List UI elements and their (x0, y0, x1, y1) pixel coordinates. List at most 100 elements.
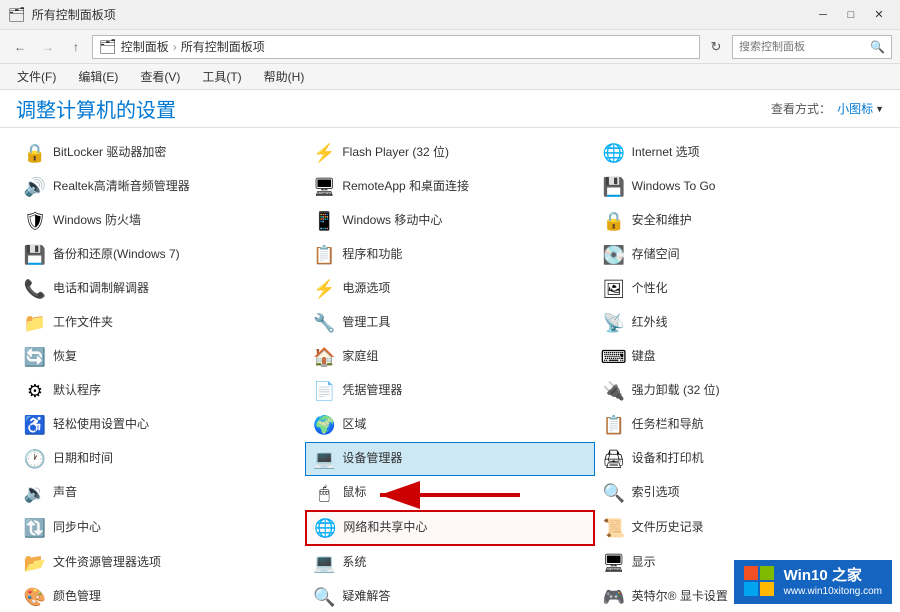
control-panel-item[interactable]: 📞电话和调制解调器 (16, 272, 305, 306)
item-label: 英特尔® 显卡设置 (632, 589, 728, 605)
content-header: 调整计算机的设置 查看方式： 小图标 ▼ (0, 90, 900, 128)
control-panel-item[interactable]: 🔌强力卸载 (32 位) (595, 374, 884, 408)
menu-view[interactable]: 查看(V) (131, 65, 189, 88)
item-icon: 💻 (312, 447, 336, 471)
item-icon: 🌍 (312, 413, 336, 437)
item-label: 备份和还原(Windows 7) (53, 247, 180, 263)
control-panel-item[interactable]: 💻系统 (305, 546, 594, 580)
control-panel-item[interactable]: 📁工作文件夹 (16, 306, 305, 340)
item-label: 安全和维护 (632, 213, 692, 229)
item-icon: 🔄 (23, 345, 47, 369)
forward-button[interactable]: → (36, 35, 60, 59)
control-panel-item[interactable]: 📋 任务栏和导航 (595, 408, 884, 442)
control-panel-item[interactable]: ⚡Flash Player (32 位) (305, 136, 594, 170)
control-panel-item[interactable]: 📂文件资源管理器选项 (16, 546, 305, 580)
view-current[interactable]: 小图标 (837, 100, 873, 117)
control-panel-item[interactable]: 💾备份和还原(Windows 7) (16, 238, 305, 272)
control-panel-item[interactable]: ♿轻松使用设置中心 (16, 408, 305, 442)
up-button[interactable]: ↑ (64, 35, 88, 59)
item-label: 文件资源管理器选项 (53, 555, 161, 571)
item-icon: 🕐 (23, 447, 47, 471)
close-button[interactable]: ✕ (866, 5, 892, 25)
item-icon: 🔊 (23, 175, 47, 199)
control-panel-item[interactable]: 🔒BitLocker 驱动器加密 (16, 136, 305, 170)
control-panel-item[interactable]: 📄 凭据管理器 (305, 374, 594, 408)
dropdown-arrow: ▼ (875, 104, 884, 114)
item-icon: ⌨ (602, 345, 626, 369)
menu-file[interactable]: 文件(F) (8, 65, 65, 88)
control-panel-item[interactable]: ⚡ 电源选项 (305, 272, 594, 306)
item-icon: 🏠 (312, 345, 336, 369)
control-panel-item[interactable]: 💾Windows To Go (595, 170, 884, 204)
control-panel-item[interactable]: 🌐网络和共享中心 (305, 510, 594, 546)
item-icon: ⚡ (312, 141, 336, 165)
control-panel-item[interactable]: 🛡Windows 防火墙 (16, 204, 305, 238)
menu-help[interactable]: 帮助(H) (255, 65, 314, 88)
item-icon: ⚡ (312, 277, 336, 301)
control-panel-item[interactable]: 🕐日期和时间 (16, 442, 305, 476)
control-panel-item[interactable]: 🔧管理工具 (305, 306, 594, 340)
address-box[interactable]: 🗂 控制面板 › 所有控制面板项 (92, 35, 700, 59)
item-label: 个性化 (632, 281, 668, 297)
control-panel-item[interactable]: 🏠家庭组 (305, 340, 594, 374)
control-panel-item[interactable]: 🔒 安全和维护 (595, 204, 884, 238)
menu-edit[interactable]: 编辑(E) (69, 65, 127, 88)
minimize-button[interactable]: ─ (810, 5, 836, 25)
maximize-button[interactable]: □ (838, 5, 864, 25)
control-panel-item[interactable]: 🌐Internet 选项 (595, 136, 884, 170)
item-label: 轻松使用设置中心 (53, 417, 149, 433)
item-label: 颜色管理 (53, 589, 101, 605)
item-icon: 🔍 (312, 585, 336, 609)
view-label: 查看方式： (771, 100, 831, 117)
item-label: 程序和功能 (342, 247, 402, 263)
item-label: Windows 移动中心 (342, 213, 442, 229)
search-input[interactable] (739, 41, 866, 53)
item-label: 键盘 (632, 349, 656, 365)
view-dropdown[interactable]: 小图标 ▼ (837, 100, 884, 117)
window-icon: 🗂 (8, 6, 26, 23)
address-path: 控制面板 › 所有控制面板项 (121, 38, 693, 55)
control-panel-item[interactable]: 🔊Realtek高清晰音频管理器 (16, 170, 305, 204)
control-panel-item[interactable]: 🖨设备和打印机 (595, 442, 884, 476)
item-icon: 💻 (312, 551, 336, 575)
control-panel-item[interactable]: 🎨颜色管理 (16, 580, 305, 612)
control-panel-item[interactable]: 📡红外线 (595, 306, 884, 340)
item-label: 索引选项 (632, 485, 680, 501)
control-panel-item[interactable]: 📜文件历史记录 (595, 510, 884, 546)
page-title: 调整计算机的设置 (16, 94, 176, 123)
item-label: 凭据管理器 (342, 383, 402, 399)
item-label: 工作文件夹 (53, 315, 113, 331)
item-icon: 📄 (312, 379, 336, 403)
menu-tools[interactable]: 工具(T) (193, 65, 250, 88)
control-panel-item[interactable]: 📱Windows 移动中心 (305, 204, 594, 238)
item-icon: 📋 (602, 413, 626, 437)
control-panel-item[interactable]: 💻设备管理器 (305, 442, 594, 476)
refresh-button[interactable]: ↻ (704, 35, 728, 59)
item-icon: 🖥 (312, 175, 336, 199)
control-panel-item[interactable]: 🖱鼠标 (305, 476, 594, 510)
control-panel-item[interactable]: 📋程序和功能 (305, 238, 594, 272)
control-panel-item[interactable]: 🔍 疑难解答 (305, 580, 594, 612)
watermark-line2: www.win10xitong.com (784, 585, 882, 598)
control-panel-item[interactable]: 🔉声音 (16, 476, 305, 510)
item-label: 鼠标 (342, 485, 366, 501)
item-label: 电源选项 (342, 281, 390, 297)
control-panel-item[interactable]: 🔍索引选项 (595, 476, 884, 510)
search-box[interactable]: 🔍 (732, 35, 892, 59)
item-icon: 🔒 (602, 209, 626, 233)
control-panel-item[interactable]: 🖥RemoteApp 和桌面连接 (305, 170, 594, 204)
menu-bar: 文件(F) 编辑(E) 查看(V) 工具(T) 帮助(H) (0, 64, 900, 90)
item-label: 疑难解答 (342, 589, 390, 605)
back-button[interactable]: ← (8, 35, 32, 59)
control-panel-item[interactable]: 🔃同步中心 (16, 510, 305, 546)
control-panel-item[interactable]: 🔄恢复 (16, 340, 305, 374)
watermark: Win10 之家 www.win10xitong.com (734, 560, 892, 605)
control-panel-item[interactable]: 💽存储空间 (595, 238, 884, 272)
title-bar: 🗂 所有控制面板项 ─ □ ✕ (0, 0, 900, 30)
control-panel-item[interactable]: 🌍区域 (305, 408, 594, 442)
control-panel-item[interactable]: 🖼个性化 (595, 272, 884, 306)
item-label: 任务栏和导航 (632, 417, 704, 433)
control-panel-item[interactable]: ⚙默认程序 (16, 374, 305, 408)
control-panel-item[interactable]: ⌨ 键盘 (595, 340, 884, 374)
path-separator: › (173, 40, 177, 54)
